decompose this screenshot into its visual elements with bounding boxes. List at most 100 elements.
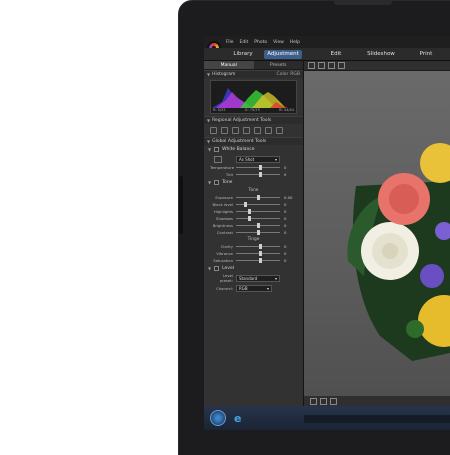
slider-knob[interactable] bbox=[258, 251, 262, 256]
photo-viewer[interactable] bbox=[304, 71, 450, 396]
slider-track[interactable] bbox=[236, 258, 280, 263]
slider-knob[interactable] bbox=[248, 216, 252, 221]
slider-knob[interactable] bbox=[258, 172, 262, 177]
global-title: Global Adjustment Tools bbox=[212, 139, 267, 144]
slider-track[interactable] bbox=[236, 216, 280, 221]
tone-header[interactable]: ▼ Tone bbox=[204, 178, 303, 187]
slider-value: 0 bbox=[284, 251, 287, 256]
slider-track[interactable] bbox=[236, 172, 280, 177]
collapse-icon: ▼ bbox=[208, 147, 212, 152]
histogram-mode[interactable]: RGB bbox=[290, 72, 300, 77]
radial-tool-icon[interactable] bbox=[276, 127, 283, 134]
laptop-photo-scene: File Edit Photo View Help Library Adjust… bbox=[0, 0, 450, 455]
level-preset-dropdown[interactable]: Standard ▾ bbox=[236, 274, 280, 282]
tone-checkbox[interactable] bbox=[214, 180, 220, 185]
slider-row: Temperature 0 bbox=[204, 164, 303, 171]
tab-presets[interactable]: Presets bbox=[254, 61, 304, 69]
tone-group-label: Tone bbox=[248, 188, 259, 193]
spot-removal-tool-icon[interactable] bbox=[243, 127, 250, 134]
tab-manual[interactable]: Manual bbox=[204, 61, 254, 69]
slider-track[interactable] bbox=[236, 251, 280, 256]
menu-edit[interactable]: Edit bbox=[240, 40, 249, 45]
white-balance-preset-row: As Shot ▾ bbox=[204, 154, 303, 164]
slider-row: Shadows 0 bbox=[204, 215, 303, 222]
slider-knob[interactable] bbox=[256, 195, 260, 200]
white-balance-title: White Balance bbox=[222, 147, 255, 152]
slider-label: Tint bbox=[225, 172, 233, 177]
crop-tool-icon[interactable] bbox=[210, 127, 217, 134]
slider-track[interactable] bbox=[236, 202, 280, 207]
chevron-down-icon: ▾ bbox=[266, 285, 269, 291]
tinge-group-label: Tinge bbox=[247, 237, 260, 242]
white-balance-header[interactable]: ▼ White Balance bbox=[204, 145, 303, 154]
menu-bar: File Edit Photo View Help bbox=[204, 36, 450, 48]
slider-knob[interactable] bbox=[258, 244, 262, 249]
slider-track[interactable] bbox=[236, 165, 280, 170]
white-balance-preset-dropdown[interactable]: As Shot ▾ bbox=[236, 155, 280, 163]
green-bud bbox=[406, 320, 424, 338]
view-compare-icon[interactable] bbox=[318, 62, 325, 69]
menu-photo[interactable]: Photo bbox=[254, 40, 267, 45]
white-balance-sliders: Temperature 0 Tint 0 bbox=[204, 164, 303, 178]
menu-help[interactable]: Help bbox=[290, 40, 300, 45]
start-button-icon[interactable] bbox=[210, 410, 226, 426]
global-header[interactable]: ▼ Global Adjustment Tools bbox=[204, 137, 303, 145]
brush-tool-icon[interactable] bbox=[254, 127, 261, 134]
mode-bar: Library Adjustment Edit Slideshow Print bbox=[204, 48, 450, 61]
white-rose-core bbox=[382, 243, 398, 259]
slider-track[interactable] bbox=[236, 244, 280, 249]
tab-slideshow[interactable]: Slideshow bbox=[366, 50, 396, 59]
menu-view[interactable]: View bbox=[273, 40, 284, 45]
slider-knob[interactable] bbox=[256, 230, 260, 235]
slider-row: Contrast 0 bbox=[204, 229, 303, 236]
regional-header[interactable]: ▼ Regional Adjustment Tools bbox=[204, 116, 303, 124]
tab-library[interactable]: Library bbox=[226, 50, 260, 59]
slider-knob[interactable] bbox=[258, 258, 262, 263]
slider-knob[interactable] bbox=[258, 165, 262, 170]
eyedropper-icon[interactable] bbox=[214, 155, 222, 163]
slider-track[interactable] bbox=[236, 223, 280, 228]
slider-row: Brightness 0 bbox=[204, 222, 303, 229]
slider-row: Tint 0 bbox=[204, 171, 303, 178]
tab-print[interactable]: Print bbox=[416, 50, 436, 59]
purple-flower bbox=[420, 264, 444, 288]
straighten-tool-icon[interactable] bbox=[221, 127, 228, 134]
histogram-graph: R: 0/33 G: 75/75 B: 44/44 bbox=[210, 80, 297, 114]
tab-adjustment[interactable]: Adjustment bbox=[264, 50, 302, 59]
windows-taskbar: e bbox=[204, 406, 450, 430]
tab-edit[interactable]: Edit bbox=[324, 50, 348, 59]
slider-track[interactable] bbox=[236, 195, 280, 200]
collapse-icon: ▼ bbox=[207, 72, 211, 77]
histogram-values: R: 0/33 G: 75/75 B: 44/44 bbox=[213, 108, 294, 112]
channel-dropdown[interactable]: RGB ▾ bbox=[236, 284, 272, 292]
slider-knob[interactable] bbox=[248, 209, 252, 214]
gradient-tool-icon[interactable] bbox=[265, 127, 272, 134]
level-header[interactable]: ▼ Level bbox=[204, 264, 303, 273]
slider-value: 0 bbox=[284, 223, 287, 228]
histogram-header[interactable]: ▼ Histogram Color RGB bbox=[204, 70, 303, 78]
collapse-icon: ▼ bbox=[208, 266, 212, 271]
white-balance-checkbox[interactable] bbox=[214, 147, 220, 152]
level-checkbox[interactable] bbox=[214, 266, 220, 271]
info-icon[interactable] bbox=[330, 397, 337, 405]
internet-explorer-icon[interactable]: e bbox=[234, 412, 241, 425]
person-icon[interactable] bbox=[310, 397, 317, 405]
view-fit-icon[interactable] bbox=[338, 62, 345, 69]
slider-value: 0 bbox=[284, 230, 287, 235]
slider-track[interactable] bbox=[236, 230, 280, 235]
red-eye-tool-icon[interactable] bbox=[232, 127, 239, 134]
bezel-notch bbox=[334, 0, 392, 5]
histogram-blue-value: B: 44/44 bbox=[279, 108, 294, 112]
view-grid-icon[interactable] bbox=[328, 62, 335, 69]
people-icon[interactable] bbox=[320, 397, 327, 405]
menu-file[interactable]: File bbox=[226, 40, 234, 45]
slider-track[interactable] bbox=[236, 209, 280, 214]
slider-value: 0 bbox=[284, 258, 287, 263]
slider-knob[interactable] bbox=[256, 223, 260, 228]
slider-label: Black level bbox=[212, 202, 233, 207]
view-single-icon[interactable] bbox=[308, 62, 315, 69]
slider-value: 0 bbox=[284, 244, 287, 249]
slider-value: 0 bbox=[284, 172, 287, 177]
channel-row: Channel: RGB ▾ bbox=[204, 283, 303, 293]
slider-knob[interactable] bbox=[244, 202, 248, 207]
